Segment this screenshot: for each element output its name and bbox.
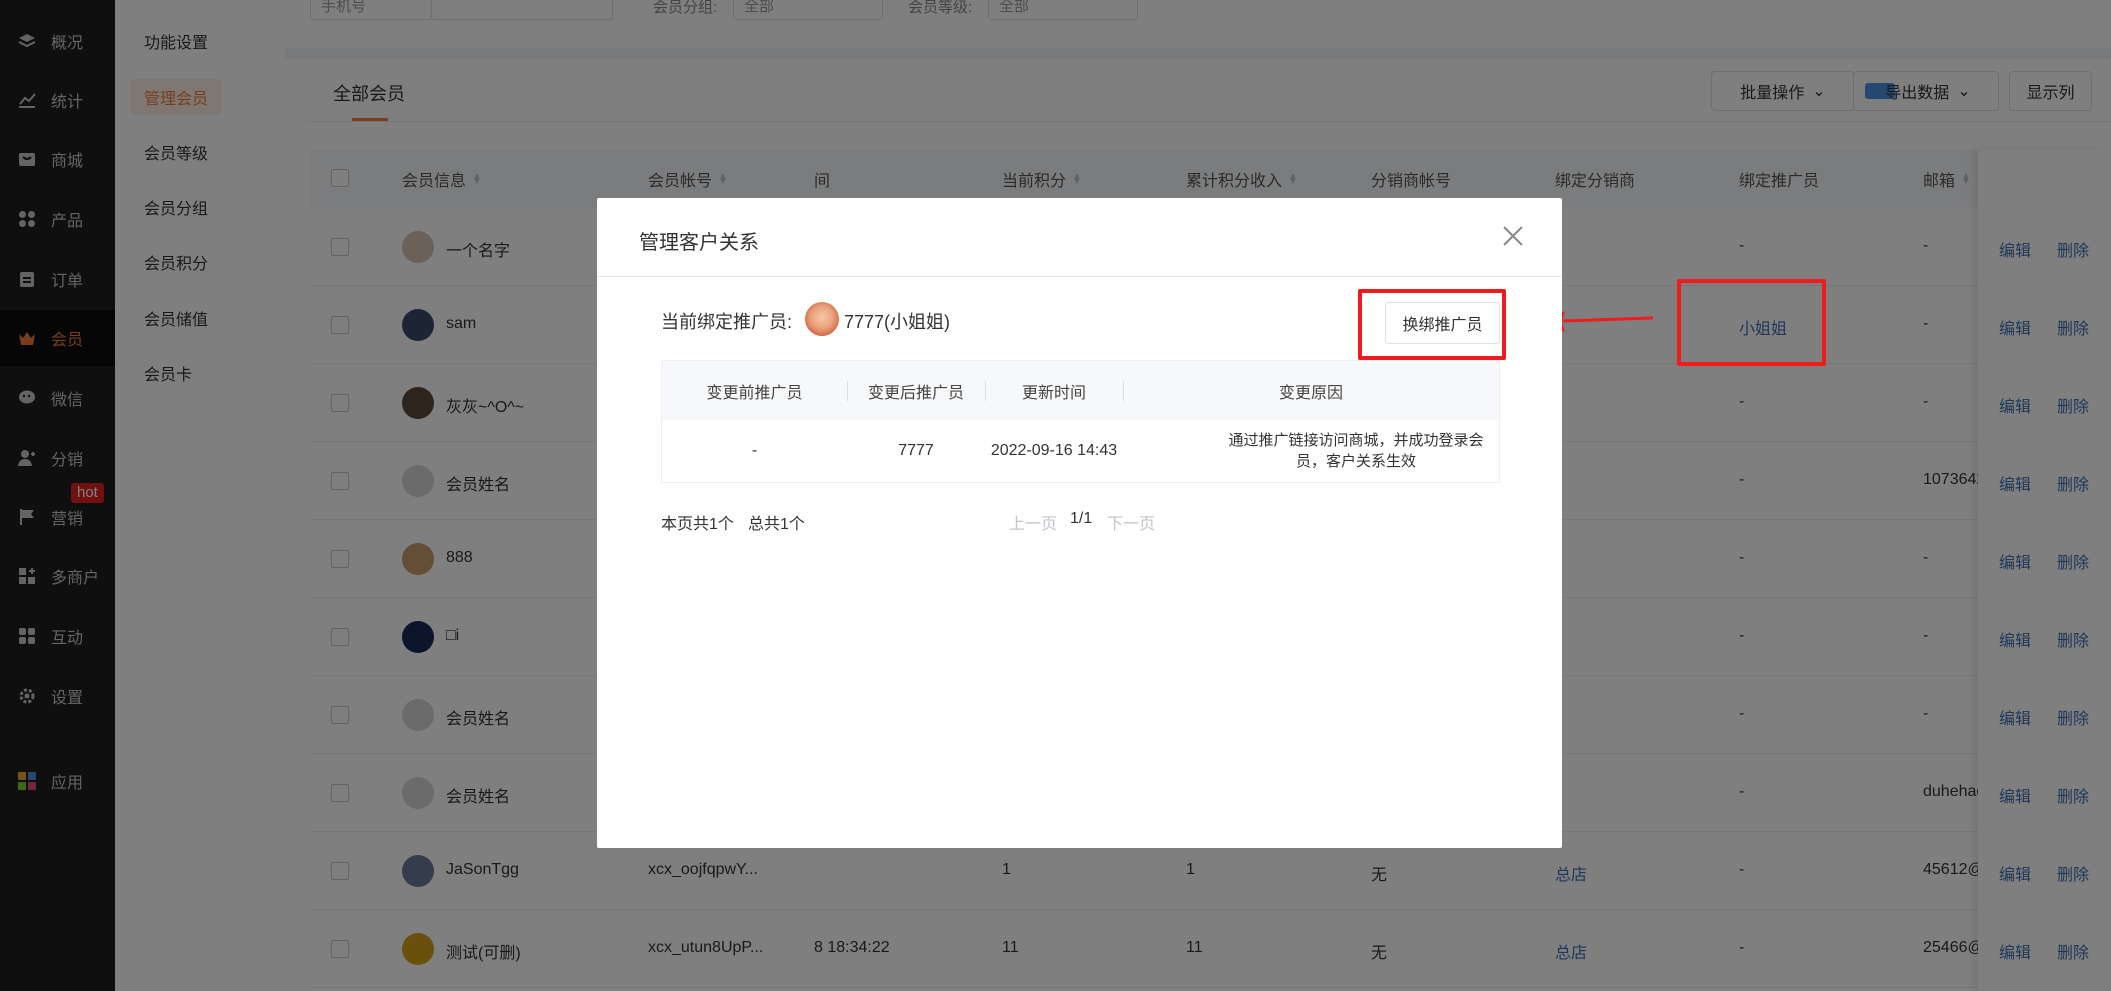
history-cell-before: - [751, 442, 758, 459]
modal-divider [597, 276, 1562, 277]
close-icon[interactable] [1501, 224, 1525, 248]
next-page-button[interactable]: 下一页 [1107, 510, 1155, 534]
history-header-time: 更新时间 [1021, 384, 1086, 402]
highlight-box-promoter [1677, 279, 1826, 366]
current-promoter-label: 当前绑定推广员: [661, 312, 793, 332]
highlight-box-change-button [1358, 289, 1506, 360]
current-promoter-name: 7777(小姐姐) [844, 312, 951, 332]
page-count: 本页共1个 [661, 516, 734, 533]
modal-title: 管理客户关系 [639, 232, 759, 254]
history-cell-after: 7777 [898, 442, 934, 459]
history-cell-reason: 通过推广链接访问商城，并成功登录会员，客户关系生效 [1228, 432, 1484, 470]
history-cell-time: 2022-09-16 14:43 [990, 442, 1118, 459]
history-header-after: 变更后推广员 [867, 384, 964, 402]
history-table-header: 变更前推广员 变更后推广员 更新时间 变更原因 [662, 361, 1499, 420]
total-count: 总共1个 [748, 516, 805, 533]
page-indicator: 1/1 [1070, 510, 1093, 527]
change-history-table: 变更前推广员 变更后推广员 更新时间 变更原因 - 7777 2022-09-1… [661, 360, 1500, 483]
history-header-before: 变更前推广员 [706, 384, 803, 402]
prev-page-button[interactable]: 上一页 [1009, 510, 1057, 534]
history-header-reason: 变更原因 [1278, 384, 1343, 402]
promoter-avatar [805, 302, 839, 336]
